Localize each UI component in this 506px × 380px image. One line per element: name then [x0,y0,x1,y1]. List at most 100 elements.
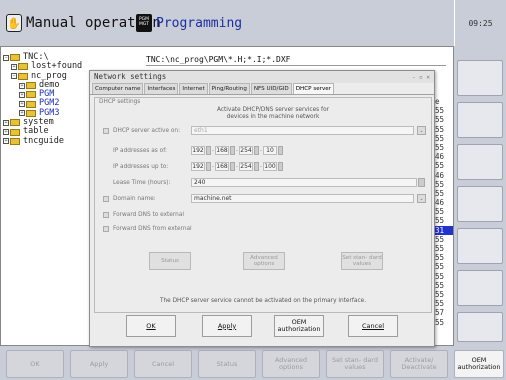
file-list-column[interactable]: e 55 55 55 55 55 46 55 46 55 55 46 55 55 31 55 55 55 55 55 5… [435,97,453,327]
expand-icon[interactable]: + [19,101,25,108]
tab-strip: Computer name Interfaces Internet Ping/R… [90,83,434,95]
softkey-set-standard-values[interactable]: Set stan- dard values [326,350,384,378]
window-controls-icon[interactable]: - ▫ × [412,72,430,84]
ip-from-octet-3[interactable]: 254 [239,146,253,155]
ip-from-octet-1[interactable]: 192 [191,146,205,155]
ip-to-spin-4[interactable] [278,162,283,171]
file-list-cell[interactable]: 57 [435,308,453,317]
file-list-cell[interactable]: 55 [435,106,453,115]
dhcp-active-checkbox[interactable] [103,128,109,134]
ip-from-spin-1[interactable] [206,146,211,155]
file-list-cell[interactable]: 55 [435,272,453,281]
ip-from-spin-4[interactable] [278,146,283,155]
forward-dns-checkbox[interactable] [103,212,109,218]
ip-to-spin-3[interactable] [254,162,259,171]
file-list-cell[interactable]: 55 [435,244,453,253]
vertical-softkey-5[interactable] [457,228,503,264]
dhcp-interface-select[interactable]: eth1 [191,126,414,135]
vertical-softkey-1[interactable] [457,60,503,96]
set-standard-values-button[interactable]: Set stan- dard values [341,252,383,270]
file-list-cell[interactable]: 55 [435,134,453,143]
folder-icon [26,91,36,99]
expand-icon[interactable]: + [19,91,25,98]
ip-from-spin-2[interactable] [230,146,235,155]
status-button[interactable]: Status [149,252,191,270]
file-list-cell[interactable]: 55 [435,262,453,271]
expand-icon[interactable]: + [3,129,9,136]
tab-nfs-uid-gid[interactable]: NFS UID/GID [250,83,292,94]
vertical-softkey-3[interactable] [457,144,503,180]
pgm-mgt-icon: PGM MGT [136,14,152,32]
file-list-cell[interactable]: 46 [435,152,453,161]
file-list-cell[interactable]: 55 [435,253,453,262]
file-list-cell[interactable]: 55 [435,235,453,244]
vertical-softkey-4[interactable] [457,186,503,222]
softkey-status[interactable]: Status [198,350,256,378]
tab-dhcp-server[interactable]: DHCP server [292,83,335,94]
domain-name-select[interactable]: machine.net [191,194,414,203]
expand-icon[interactable]: + [3,138,9,145]
ok-button[interactable]: OK [126,315,176,337]
ip-from-octet-2[interactable]: 168 [215,146,229,155]
ip-to-octet-1[interactable]: 192 [191,162,205,171]
file-list-cell[interactable]: 31 [435,225,453,235]
file-list-cell[interactable]: 55 [435,161,453,170]
advanced-options-button[interactable]: Advanced options [243,252,285,270]
chevron-down-icon[interactable]: ⌄ [417,194,426,203]
file-list-cell[interactable]: 46 [435,198,453,207]
ip-to-spin-2[interactable] [230,162,235,171]
file-list-cell[interactable]: 46 [435,171,453,180]
domain-checkbox[interactable] [103,196,109,202]
ip-to-octet-4[interactable]: 100 [263,162,277,171]
cancel-button[interactable]: Cancel [348,315,398,337]
expand-icon[interactable]: − [3,54,9,61]
forward-dns-from-checkbox[interactable] [103,226,109,232]
file-list-cell[interactable]: 55 [435,115,453,124]
ip-from-octet-4[interactable]: 10 [263,146,277,155]
tab-ping-routing[interactable]: Ping/Routing [208,83,250,94]
softkey-oem-authorization[interactable]: OEM authorization [454,350,504,378]
ip-to-spin-1[interactable] [206,162,211,171]
vertical-softkey-7[interactable] [457,312,503,342]
file-list-cell[interactable]: 55 [435,143,453,152]
dhcp-settings-group-label: DHCP settings [99,99,141,105]
softkey-cancel[interactable]: Cancel [134,350,192,378]
vertical-softkey-2[interactable] [457,102,503,138]
vertical-softkey-6[interactable] [457,270,503,306]
ip-from-spin-3[interactable] [254,146,259,155]
expand-icon[interactable]: + [19,110,25,117]
tab-computer-name[interactable]: Computer name [92,83,144,94]
file-list-cell[interactable]: 55 [435,216,453,225]
expand-icon[interactable]: + [19,82,25,89]
lease-time-spin[interactable] [418,178,425,187]
folder-icon [26,82,36,90]
ip-to-octet-3[interactable]: 254 [239,162,253,171]
file-list-cell[interactable]: 55 [435,281,453,290]
softkey-advanced-options[interactable]: Advanced options [262,350,320,378]
dialog-title-bar[interactable]: Network settings - ▫ × [90,71,434,83]
chevron-down-icon[interactable]: ⌄ [417,126,426,135]
programming-mode[interactable]: PGM MGT Programming [136,10,242,36]
softkey-ok[interactable]: OK [6,350,64,378]
file-list-cell[interactable]: 55 [435,290,453,299]
expand-icon[interactable]: + [3,119,9,126]
oem-authorization-button[interactable]: OEM authorization [274,315,324,337]
file-list-cell[interactable]: e [435,97,453,106]
softkey-apply[interactable]: Apply [70,350,128,378]
file-list-cell[interactable]: 55 [435,189,453,198]
softkey-activate-deactivate[interactable]: Activate/ Deactivate [390,350,448,378]
expand-icon[interactable]: + [11,63,17,70]
expand-icon[interactable]: − [11,73,17,80]
file-list-cell[interactable]: 55 [435,180,453,189]
apply-button[interactable]: Apply [202,315,252,337]
vertical-softkey-bar [454,46,506,346]
file-list-cell[interactable]: 55 [435,207,453,216]
folder-icon [18,72,28,80]
file-list-cell[interactable]: 55 [435,125,453,134]
lease-time-input[interactable]: 240 [191,178,417,187]
tab-internet[interactable]: Internet [179,83,208,94]
tab-interfaces[interactable]: Interfaces [144,83,179,94]
file-list-cell[interactable]: 55 [435,299,453,308]
file-list-cell[interactable]: 55 [435,318,453,327]
ip-to-octet-2[interactable]: 168 [215,162,229,171]
